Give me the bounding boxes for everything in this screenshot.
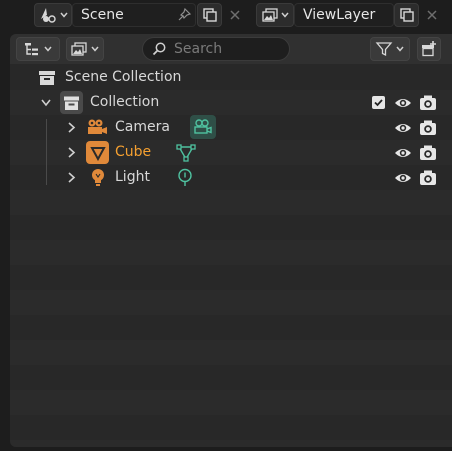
collection-icon bbox=[39, 71, 55, 85]
search-placeholder: Search bbox=[174, 41, 223, 57]
eye-icon[interactable] bbox=[394, 95, 412, 111]
checkmark-icon bbox=[374, 99, 383, 107]
tree-label-active: Cube bbox=[115, 144, 152, 160]
mesh-data-icon[interactable] bbox=[175, 143, 197, 163]
chevron-down-icon bbox=[396, 46, 404, 52]
tree-label: Collection bbox=[90, 94, 160, 110]
collection-icon bbox=[64, 96, 79, 110]
new-view-layer-button[interactable] bbox=[394, 3, 419, 27]
display-mode-dropdown[interactable] bbox=[66, 37, 104, 61]
tree-label: Scene Collection bbox=[65, 69, 182, 85]
row-stripe bbox=[10, 390, 452, 415]
close-icon bbox=[230, 10, 240, 20]
scene-icon bbox=[40, 8, 56, 23]
editor-gap bbox=[0, 34, 10, 451]
chevron-right-icon[interactable] bbox=[67, 146, 77, 159]
mesh-object-icon-box bbox=[86, 141, 109, 164]
eye-icon[interactable] bbox=[394, 170, 412, 186]
new-collection-button[interactable] bbox=[417, 37, 441, 61]
row-stripe bbox=[10, 340, 452, 365]
remove-view-layer-button[interactable] bbox=[420, 3, 444, 27]
new-view-layer-icon bbox=[399, 8, 414, 22]
chevron-down-icon[interactable] bbox=[40, 98, 52, 108]
outliner-editor: Search Scene Collection Collection Camer… bbox=[10, 34, 452, 447]
tree-label: Camera bbox=[115, 119, 170, 135]
camera-render-icon[interactable] bbox=[419, 94, 437, 111]
eye-icon[interactable] bbox=[394, 145, 412, 161]
chevron-down-icon bbox=[59, 12, 68, 18]
filter-dropdown[interactable] bbox=[370, 37, 410, 61]
exclude-checkbox[interactable] bbox=[372, 96, 385, 109]
new-scene-button[interactable] bbox=[197, 3, 222, 27]
funnel-icon bbox=[375, 42, 393, 57]
row-stripe bbox=[10, 240, 452, 265]
chevron-down-icon bbox=[44, 46, 52, 52]
row-stripe bbox=[10, 365, 452, 390]
tree-row-object[interactable]: Camera bbox=[10, 115, 452, 140]
chevron-right-icon[interactable] bbox=[67, 171, 77, 184]
eye-icon[interactable] bbox=[394, 120, 412, 136]
pin-icon bbox=[178, 7, 192, 21]
tree-row-scene-collection[interactable]: Scene Collection bbox=[10, 65, 452, 90]
camera-render-icon[interactable] bbox=[419, 144, 437, 161]
view-layer-name-field[interactable]: ViewLayer bbox=[294, 3, 394, 27]
new-scene-icon bbox=[202, 8, 217, 22]
outliner-header: Search bbox=[10, 34, 452, 64]
mesh-object-icon bbox=[89, 146, 106, 161]
tree-row-collection[interactable]: Collection bbox=[10, 90, 452, 115]
view-layer-name: ViewLayer bbox=[303, 7, 376, 23]
chevron-down-icon bbox=[91, 46, 99, 52]
pin-scene-button[interactable] bbox=[172, 3, 196, 27]
camera-data-icon bbox=[194, 119, 212, 134]
editor-type-dropdown[interactable] bbox=[16, 37, 60, 61]
tree-row-object[interactable]: Light bbox=[10, 165, 452, 190]
row-stripe bbox=[10, 290, 452, 315]
scene-name: Scene bbox=[81, 7, 124, 23]
view-layer-dropdown[interactable] bbox=[256, 3, 294, 27]
chevron-down-icon bbox=[280, 12, 289, 18]
scene-type-dropdown[interactable] bbox=[34, 3, 72, 27]
tree-row-object-selected[interactable]: Cube bbox=[10, 140, 452, 165]
row-stripe bbox=[10, 265, 452, 290]
render-layers-icon bbox=[71, 42, 87, 56]
row-stripe bbox=[10, 440, 452, 447]
search-input[interactable]: Search bbox=[142, 37, 290, 61]
camera-render-icon[interactable] bbox=[419, 169, 437, 186]
outliner-tree-icon bbox=[25, 43, 38, 56]
top-bar: Scene ViewLayer bbox=[0, 0, 452, 30]
camera-object-icon bbox=[88, 119, 107, 134]
camera-render-icon[interactable] bbox=[419, 119, 437, 136]
search-icon bbox=[152, 42, 166, 56]
row-stripe bbox=[10, 190, 452, 215]
unlink-scene-button[interactable] bbox=[223, 3, 247, 27]
camera-data-button[interactable] bbox=[190, 115, 216, 139]
tree-label: Light bbox=[115, 169, 150, 185]
render-layers-icon bbox=[261, 8, 278, 22]
light-object-icon bbox=[92, 169, 104, 186]
new-collection-icon bbox=[422, 41, 436, 57]
light-data-icon[interactable] bbox=[176, 168, 194, 187]
row-stripe bbox=[10, 315, 452, 340]
row-stripe bbox=[10, 415, 452, 440]
collection-icon-box bbox=[60, 91, 83, 114]
row-stripe bbox=[10, 215, 452, 240]
close-icon bbox=[427, 10, 437, 20]
chevron-right-icon[interactable] bbox=[67, 121, 77, 134]
